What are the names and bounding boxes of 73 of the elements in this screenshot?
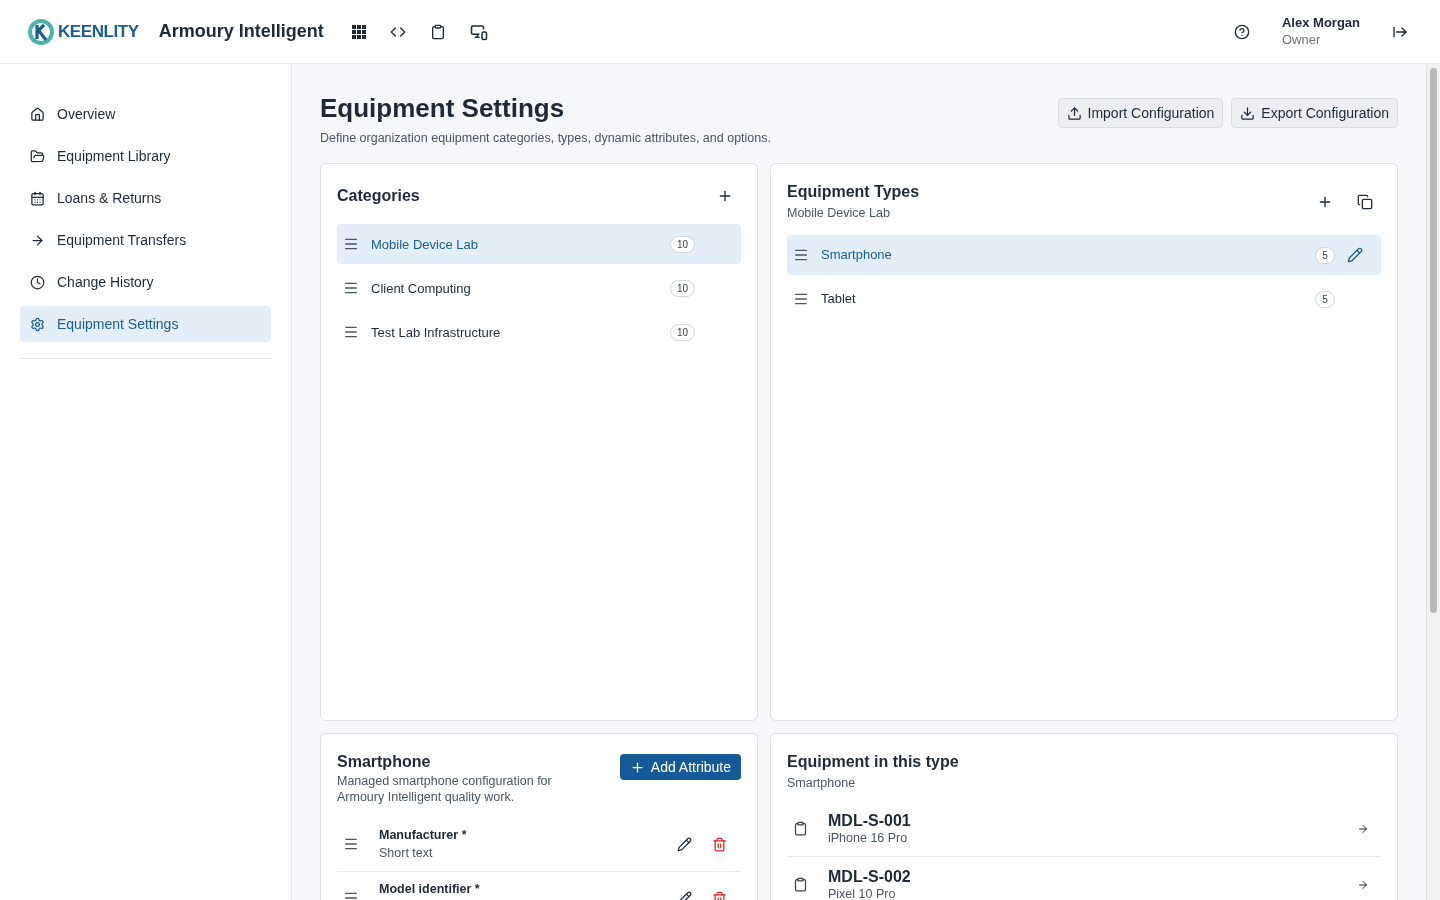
arrow-right-icon[interactable] [1357, 878, 1369, 891]
scrollbar-thumb[interactable] [1430, 68, 1437, 613]
upload-icon [1066, 105, 1082, 121]
nav-item[interactable]: Equipment Library [20, 138, 271, 174]
edit-icon[interactable] [1347, 247, 1363, 263]
clock-icon [30, 274, 45, 290]
user-name: Alex Morgan [1282, 15, 1360, 32]
list-item[interactable]: Tablet 5 [787, 279, 1381, 319]
download-icon [1240, 105, 1256, 121]
calendar-icon [30, 190, 45, 206]
plus-icon [629, 759, 645, 775]
devices-icon[interactable] [469, 22, 488, 41]
drag-handle-icon[interactable] [793, 247, 809, 263]
item-label: Mobile Device Lab [371, 235, 479, 254]
clipboard-icon[interactable] [429, 23, 446, 40]
app-title: Armoury Intelligent [158, 20, 324, 43]
clipboard-icon [793, 821, 808, 836]
arrow-right-icon[interactable] [1357, 822, 1369, 835]
count-badge: 10 [669, 323, 695, 341]
folder-icon [30, 148, 45, 164]
count-badge: 5 [1315, 246, 1335, 264]
equipment-row[interactable]: MDL-S-001 iPhone 16 Pro [787, 801, 1381, 857]
grid-icon[interactable] [351, 24, 366, 39]
panel-description: Managed smartphone configuration for Armoury Intelligent quality work. [337, 774, 553, 806]
drag-handle-icon[interactable] [343, 836, 359, 852]
page-title: Equipment Settings [320, 92, 566, 125]
equipment-model: Pixel 10 Pro [828, 886, 897, 900]
scrollbar[interactable] [1426, 64, 1440, 900]
list-item[interactable]: Test Lab Infrastructure 10 [337, 312, 741, 353]
page-subtitle: Define organization equipment categories, types, dynamic attributes, and options. [320, 129, 772, 147]
item-label: Smartphone [821, 246, 893, 265]
list-item[interactable]: Mobile Device Lab 10 [337, 224, 741, 265]
count-badge: 10 [669, 279, 695, 297]
equipment-model: iPhone 16 Pro [828, 830, 909, 847]
nav-item[interactable]: Loans & Returns [20, 180, 271, 216]
panel-title: Smartphone [337, 752, 432, 773]
arrow-right-icon [30, 232, 45, 248]
list-item[interactable]: Client Computing 10 [337, 268, 741, 309]
add-attribute-button[interactable]: Add Attribute [619, 754, 741, 781]
panel-title: Categories [337, 186, 420, 207]
nav-item[interactable]: Overview [20, 96, 271, 132]
clipboard-icon [793, 877, 808, 892]
panel-subtitle: Mobile Device Lab [787, 205, 891, 223]
copy-icon[interactable] [1357, 193, 1373, 210]
help-icon[interactable] [1234, 23, 1250, 40]
house-icon [30, 106, 45, 122]
nav-item[interactable]: Change History [20, 264, 271, 300]
item-label: Client Computing [371, 279, 472, 298]
user-role: Owner [1282, 31, 1322, 48]
panel-subtitle: Smartphone [787, 775, 857, 793]
attribute-type: Short text [379, 845, 434, 863]
item-label: Tablet [821, 290, 857, 309]
nav-item[interactable]: Equipment Transfers [20, 222, 271, 258]
list-item[interactable]: Smartphone 5 [787, 235, 1381, 275]
equipment-code: MDL-S-002 [828, 866, 912, 887]
panel-title: Equipment in this type [787, 752, 960, 773]
logo-text: KEENLITY [58, 20, 139, 43]
panel-title: Equipment Types [787, 182, 920, 203]
settings-icon [30, 316, 45, 332]
count-badge: 10 [669, 235, 695, 253]
item-label: Test Lab Infrastructure [371, 323, 502, 342]
import-button[interactable]: Import Configuration [1057, 98, 1224, 128]
nav-item[interactable]: Equipment Settings [20, 306, 271, 342]
export-button[interactable]: Export Configuration [1231, 98, 1398, 128]
attribute-name: Model identifier * [379, 880, 481, 898]
attribute-name: Manufacturer * [379, 826, 468, 844]
delete-icon[interactable] [712, 836, 727, 852]
logo-icon [28, 18, 54, 45]
edit-icon[interactable] [677, 836, 692, 852]
drag-handle-icon[interactable] [793, 291, 809, 307]
equipment-row[interactable]: MDL-S-002 Pixel 10 Pro [787, 857, 1381, 900]
count-badge: 5 [1315, 290, 1335, 308]
equipment-code: MDL-S-001 [828, 810, 912, 831]
